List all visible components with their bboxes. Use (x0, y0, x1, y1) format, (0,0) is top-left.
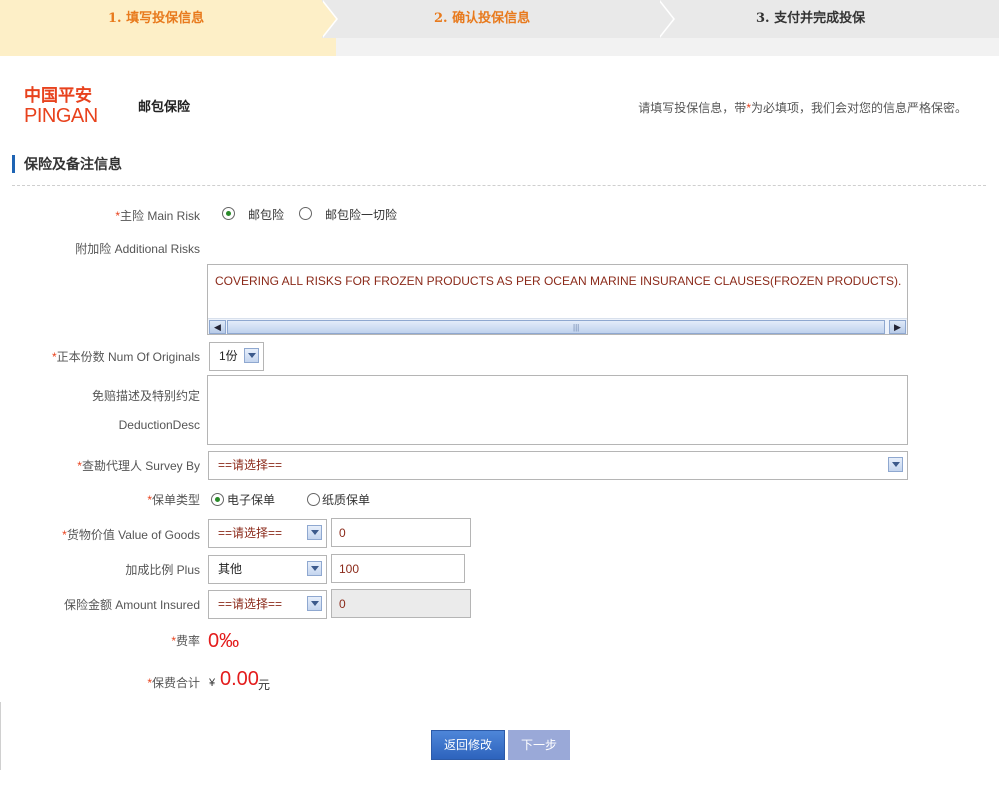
product-name: 邮包保险 (138, 99, 191, 114)
scroll-left-icon[interactable]: ◀ (209, 320, 226, 334)
value-of-goods-input[interactable]: 0 (331, 518, 471, 547)
notice-suffix: 为必填项，我们会对您的信息严格保密。 (750, 101, 967, 115)
premium-label: *保费合计 (0, 674, 200, 691)
premium-label-text: 保费合计 (151, 676, 200, 690)
policy-type-radio-2[interactable] (307, 493, 320, 506)
step-3: 3. 支付并完成投保 (660, 0, 999, 38)
left-border-line (0, 702, 1, 770)
num-originals-label: *正本份数 Num Of Originals (0, 348, 200, 365)
main-risk-radio-2[interactable] (299, 207, 312, 220)
step-arrow-1 (321, 0, 336, 38)
section-divider (12, 185, 986, 186)
step-1-active: 1. 填写投保信息 (0, 0, 322, 38)
chevron-down-icon[interactable] (244, 348, 259, 363)
amount-insured-currency-select[interactable]: ==请选择== (208, 590, 327, 619)
policy-type-option-2: 纸质保单 (322, 493, 371, 507)
step-2-label: 2. 确认投保信息 (434, 11, 531, 26)
survey-by-value: ==请选择== (218, 458, 283, 472)
required-notice: 请填写投保信息，带*为必填项，我们会对您的信息严格保密。 (638, 99, 967, 116)
num-originals-value: 1份 (219, 349, 238, 363)
deduction-textarea[interactable] (207, 375, 908, 445)
survey-by-label-text: 查勘代理人 Survey By (81, 459, 200, 473)
value-of-goods-currency: ==请选择== (218, 526, 283, 540)
back-edit-button[interactable]: 返回修改 (431, 730, 505, 760)
value-of-goods-currency-select[interactable]: ==请选择== (208, 519, 327, 548)
amount-insured-label: 保险金额 Amount Insured (63, 598, 200, 612)
progress-steps: 3. 支付并完成投保 2. 确认投保信息 1. 填写投保信息 (0, 0, 999, 56)
logo-cn-text: 中国平安 (24, 86, 92, 106)
num-originals-select[interactable]: 1份 (209, 342, 264, 371)
policy-type-radio-1[interactable] (211, 493, 224, 506)
chevron-down-icon[interactable] (307, 596, 322, 611)
plus-select[interactable]: 其他 (208, 555, 327, 584)
policy-type-label: *保单类型 (0, 491, 200, 508)
main-risk-label: *主险 Main Risk (0, 207, 200, 224)
main-risk-option-1: 邮包险 (248, 208, 285, 222)
amount-insured-currency: ==请选择== (218, 597, 283, 611)
chevron-down-icon[interactable] (307, 525, 322, 540)
plus-label: 加成比例 Plus (125, 563, 200, 577)
pingan-logo: 中国平安 PINGAN (24, 87, 116, 127)
survey-by-label: *查勘代理人 Survey By (0, 457, 200, 474)
section-title: 保险及备注信息 (12, 155, 122, 173)
step-3-label: 3. 支付并完成投保 (756, 11, 866, 26)
amount-insured-input: 0 (331, 589, 471, 618)
deduction-label-cn: 免赔描述及特别约定 (91, 389, 200, 403)
logo-en-text: PINGAN (24, 105, 98, 127)
premium-currency: ¥ (209, 677, 216, 689)
main-risk-radio-1[interactable] (222, 207, 235, 220)
main-risk-option-2: 邮包险一切险 (325, 208, 398, 222)
step-1-label: 1. 填写投保信息 (108, 11, 205, 26)
chevron-down-icon[interactable] (888, 457, 903, 472)
additional-risks-text: COVERING ALL RISKS FOR FROZEN PRODUCTS A… (215, 274, 902, 288)
steps-lower-active-band (0, 38, 336, 56)
rate-label-text: 费率 (175, 634, 200, 648)
scroll-right-icon[interactable]: ▶ (889, 320, 906, 334)
main-risk-label-text: 主险 Main Risk (119, 209, 200, 223)
horizontal-scrollbar[interactable]: ◀ ||| ▶ (208, 318, 907, 334)
step-arrow-2 (658, 0, 673, 38)
chevron-down-icon[interactable] (307, 561, 322, 576)
step-2: 2. 确认投保信息 (322, 0, 660, 38)
premium-value: 0.00 (220, 668, 259, 690)
value-of-goods-label: *货物价值 Value of Goods (0, 526, 200, 543)
additional-risks-label: 附加险 Additional Risks (75, 242, 200, 256)
rate-value: 0‰ (208, 630, 240, 652)
next-step-button[interactable]: 下一步 (508, 730, 570, 760)
premium-unit: 元 (258, 678, 271, 692)
scroll-grip-icon: ||| (573, 323, 580, 332)
plus-input[interactable]: 100 (331, 554, 465, 583)
policy-type-label-text: 保单类型 (151, 493, 200, 507)
survey-by-select[interactable]: ==请选择== (208, 451, 908, 480)
notice-prefix: 请填写投保信息，带 (638, 101, 747, 115)
value-of-goods-label-text: 货物价值 Value of Goods (66, 528, 200, 542)
policy-type-option-1: 电子保单 (227, 493, 276, 507)
num-originals-label-text: 正本份数 Num Of Originals (56, 350, 200, 364)
scroll-thumb[interactable]: ||| (227, 320, 885, 334)
plus-select-value: 其他 (218, 562, 243, 576)
rate-label: *费率 (0, 632, 200, 649)
deduction-label-en: DeductionDesc (118, 418, 200, 432)
